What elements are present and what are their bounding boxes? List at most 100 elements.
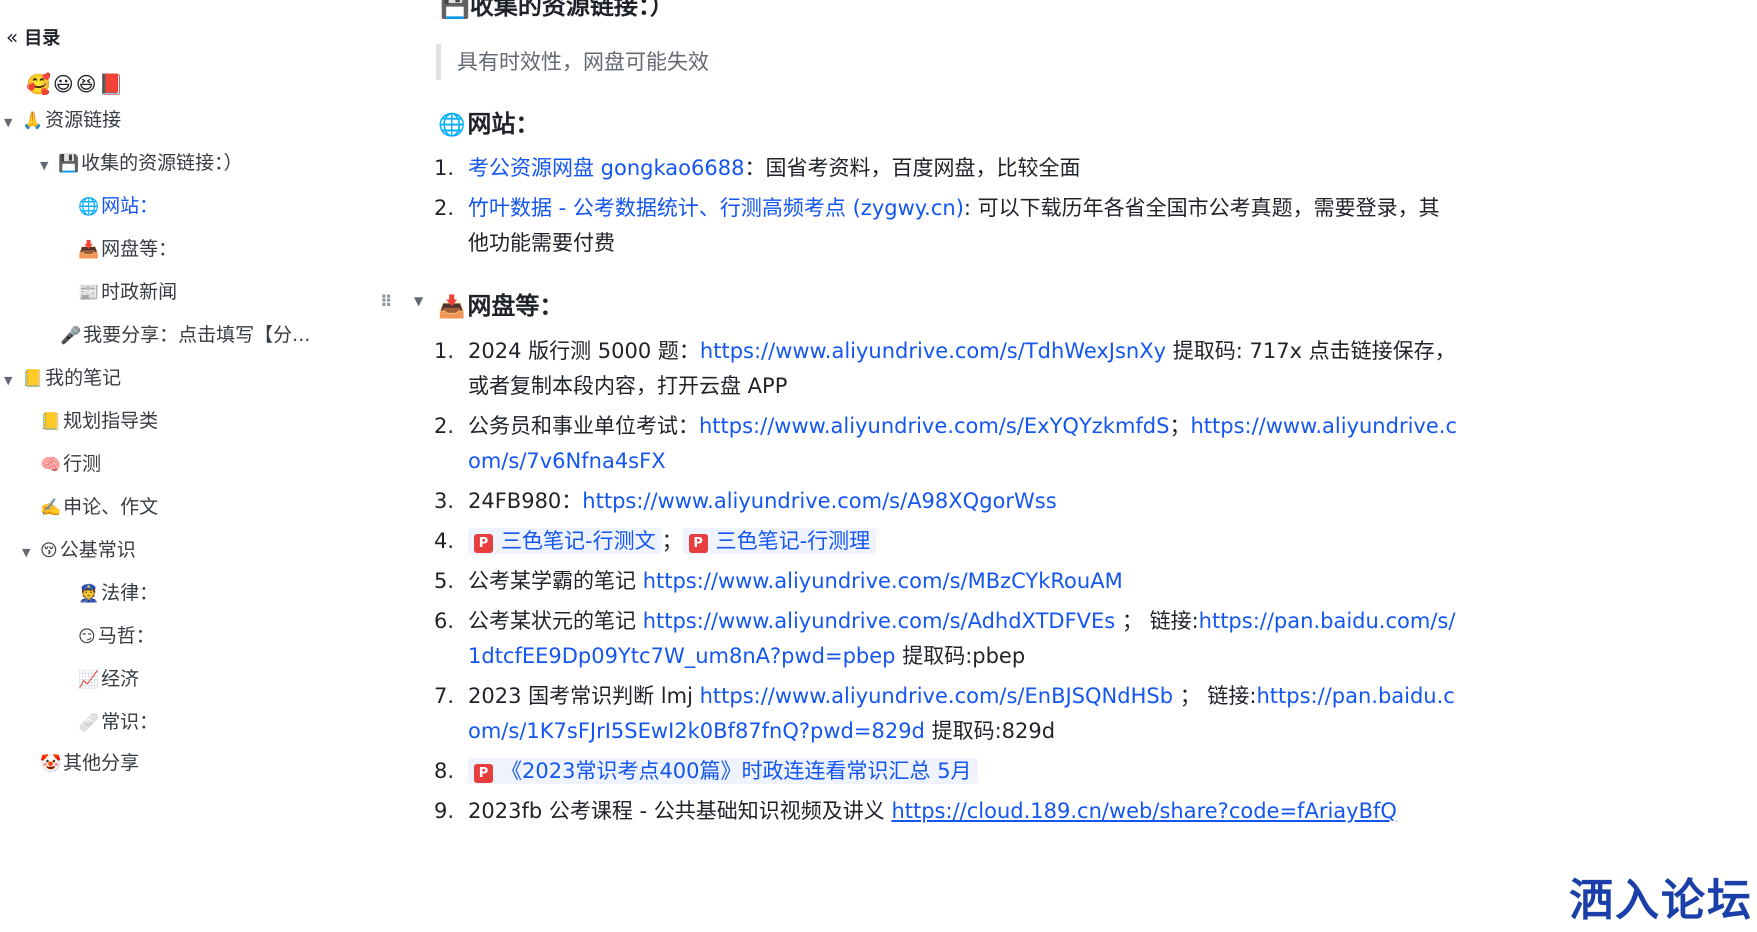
list-number: 8. — [434, 759, 455, 783]
toc-item-label: 法律： — [101, 582, 159, 604]
notebook-icon: 📒 — [22, 369, 44, 389]
heading-text: 网盘等： — [467, 292, 564, 320]
list-number: 3. — [434, 489, 455, 513]
toc-item-common-sense[interactable]: 🩹 常识： — [78, 707, 158, 737]
list-text: ：国省考资料，百度网盘，比较全面 — [744, 156, 1081, 180]
link-aliyun-zhuangyuan[interactable]: https://www.aliyundrive.com/s/AdhdXTDFVE… — [643, 609, 1116, 633]
doc-card-changshi-400[interactable]: P 《2023常识考点400篇》时政连连看常识汇总 5月 — [468, 758, 978, 784]
doc-card-sanse-wen[interactable]: P 三色笔记-行测文 — [468, 528, 662, 554]
toc-item-label: 资源链接 — [45, 109, 122, 131]
expand-triangle-icon[interactable]: ▼ — [22, 538, 40, 568]
expand-triangle-icon[interactable]: ▼ — [4, 366, 22, 396]
toc-item-marxism[interactable]: 😏 马哲： — [78, 621, 155, 651]
link-aliyun-24fb[interactable]: https://www.aliyundrive.com/s/A98XQgorWs… — [582, 489, 1056, 513]
list-item: 2. 竹叶数据 - 公考数据统计、行测高频考点 (zygwy.cn): 可以下载历… — [434, 191, 1458, 261]
toc-item-collected-links[interactable]: ▼ 💾 收集的资源链接：） — [40, 148, 243, 178]
link-aliyun-exam-1[interactable]: https://www.aliyundrive.com/s/ExYQYzkmfd… — [699, 414, 1169, 438]
toc-title: 目录 — [24, 28, 61, 49]
toc-item-shenlun[interactable]: ✍️ 申论、作文 — [40, 492, 158, 522]
list-item: 4. P 三色笔记-行测文； P 三色笔记-行测理 — [434, 524, 1424, 559]
bandage-icon: 🩹 — [78, 713, 100, 733]
inbox-tray-icon: 📥 — [78, 240, 100, 260]
toc-item-label: 申论、作文 — [63, 496, 159, 518]
toc-item-gongji[interactable]: ▼ 😚 公基常识 — [22, 535, 136, 565]
toc-item-news[interactable]: 📰 时政新闻 — [78, 277, 177, 307]
toc-item-netdisk[interactable]: 📥 网盘等： — [78, 234, 177, 264]
toc-item-label: 收集的资源链接：） — [81, 152, 243, 174]
link-aliyun-5000[interactable]: https://www.aliyundrive.com/s/TdhWexJsnX… — [700, 339, 1166, 363]
list-text: 2023fb 公考课程 - 公共基础知识视频及讲义 — [468, 799, 892, 823]
toc-item-xingce[interactable]: 🧠 行测 — [40, 449, 101, 479]
link-aliyun-xueba[interactable]: https://www.aliyundrive.com/s/MBzCYkRouA… — [643, 569, 1123, 593]
globe-icon: 🌐 — [438, 113, 466, 138]
list-text: 公务员和事业单位考试： — [468, 414, 699, 438]
toc-item-label: 网盘等： — [101, 238, 178, 260]
toc-item-label: 我的笔记 — [45, 367, 122, 389]
collapse-triangle-icon[interactable]: ▼ — [414, 294, 423, 308]
doc-card-sanse-li[interactable]: P 三色笔记-行测理 — [682, 528, 877, 554]
watermark-logo: 洒入论坛 — [1569, 875, 1753, 926]
toc-item-law[interactable]: 👮 法律： — [78, 578, 158, 608]
list-number: 1. — [434, 156, 455, 180]
list-text: 提取码:829d — [924, 719, 1056, 743]
list-item: 1. 考公资源网盘 gongkao6688：国省考资料，百度网盘，比较全面 — [434, 151, 1424, 186]
newspaper-icon: 📰 — [78, 283, 100, 303]
heading-netdisk: ⠿ ▼ 📥网盘等： — [380, 286, 564, 321]
toc-item-label: 行测 — [63, 453, 102, 475]
toc-item-label: 常识： — [101, 711, 159, 733]
section-heading-collected-links: 💾收集的资源链接：） — [440, 0, 674, 20]
list-number: 1. — [434, 339, 455, 363]
link-gongkao-resource[interactable]: 考公资源网盘 gongkao6688 — [468, 156, 744, 180]
list-number: 9. — [434, 799, 455, 823]
clown-face-icon: 🤡 — [40, 754, 62, 774]
heading-websites: 🌐网站： — [438, 104, 539, 139]
expand-triangle-icon[interactable]: ▼ — [40, 151, 58, 181]
toc-item-economy[interactable]: 📈 经济 — [78, 664, 139, 694]
list-item: 1. 2024 版行测 5000 题：https://www.aliyundriv… — [434, 334, 1458, 404]
doc-card-title: 三色笔记-行测文 — [501, 529, 656, 553]
list-text: ； 链接: — [1173, 684, 1257, 708]
inbox-tray-icon: 📥 — [438, 295, 466, 320]
list-number: 4. — [434, 529, 455, 553]
toc-item-label: 公基常识 — [59, 539, 136, 561]
list-text: ； 链接: — [1115, 609, 1199, 633]
chart-increasing-icon: 📈 — [78, 670, 100, 690]
quote-block: 具有时效性，网盘可能失效 — [436, 44, 709, 80]
collapse-chevron-icon[interactable]: « — [6, 25, 18, 49]
toc-item-other-share[interactable]: 🤡 其他分享 — [40, 748, 139, 778]
smirk-face-icon: 😏 — [78, 627, 96, 647]
expand-triangle-icon[interactable]: ▼ — [4, 108, 22, 138]
list-item: 2. 公务员和事业单位考试：https://www.aliyundrive.com… — [434, 409, 1458, 479]
list-text: ； — [1169, 414, 1191, 438]
toc-item-resource-links[interactable]: ▼ 🙏 资源链接 — [4, 105, 121, 135]
list-item: 9. 2023fb 公考课程 - 公共基础知识视频及讲义 https://clou… — [434, 794, 1424, 829]
writing-hand-icon: ✍️ — [40, 498, 62, 518]
doc-card-title: 《2023常识考点400篇》时政连连看常识汇总 5月 — [501, 759, 972, 783]
toc-item-share[interactable]: 🎤 我要分享：点击填写【分... — [60, 320, 310, 350]
list-number: 6. — [434, 609, 455, 633]
police-officer-icon: 👮 — [78, 584, 100, 604]
list-text: ； — [661, 529, 683, 553]
link-aliyun-lmj[interactable]: https://www.aliyundrive.com/s/EnBJSQNdHS… — [700, 684, 1173, 708]
list-text: 公考某学霸的笔记 — [468, 569, 643, 593]
toc-header[interactable]: « 目录 — [6, 24, 60, 50]
toc-item-label: 马哲： — [97, 625, 155, 647]
link-cloud189[interactable]: https://cloud.189.cn/web/share?code=fAri… — [891, 799, 1396, 823]
list-item: 8. P 《2023常识考点400篇》时政连连看常识汇总 5月 — [434, 754, 1424, 789]
toc-item-planning[interactable]: 📒 规划指导类 — [40, 406, 158, 436]
toc-item-label: 规划指导类 — [63, 410, 159, 432]
link-zygwy[interactable]: 竹叶数据 - 公考数据统计、行测高频考点 (zygwy.cn) — [468, 196, 964, 220]
list-number: 5. — [434, 569, 455, 593]
list-number: 7. — [434, 684, 455, 708]
toc-item-websites[interactable]: 🌐 网站： — [78, 191, 158, 221]
globe-icon: 🌐 — [78, 197, 100, 217]
toc-item-label: 网站： — [101, 195, 159, 217]
list-text: 提取码:pbep — [895, 644, 1026, 668]
doc-card-title: 三色笔记-行测理 — [715, 529, 871, 553]
list-item: 3. 24FB980：https://www.aliyundrive.com/s/… — [434, 484, 1424, 519]
document-content: 💾收集的资源链接：） 具有时效性，网盘可能失效 🌐网站： 1. 考公资源网盘 go… — [380, 0, 1610, 932]
list-number: 2. — [434, 196, 455, 220]
doc-page-icon: P — [474, 764, 493, 783]
drag-handle-icon[interactable]: ⠿ — [380, 292, 392, 311]
toc-item-my-notes[interactable]: ▼ 📒 我的笔记 — [4, 363, 121, 393]
